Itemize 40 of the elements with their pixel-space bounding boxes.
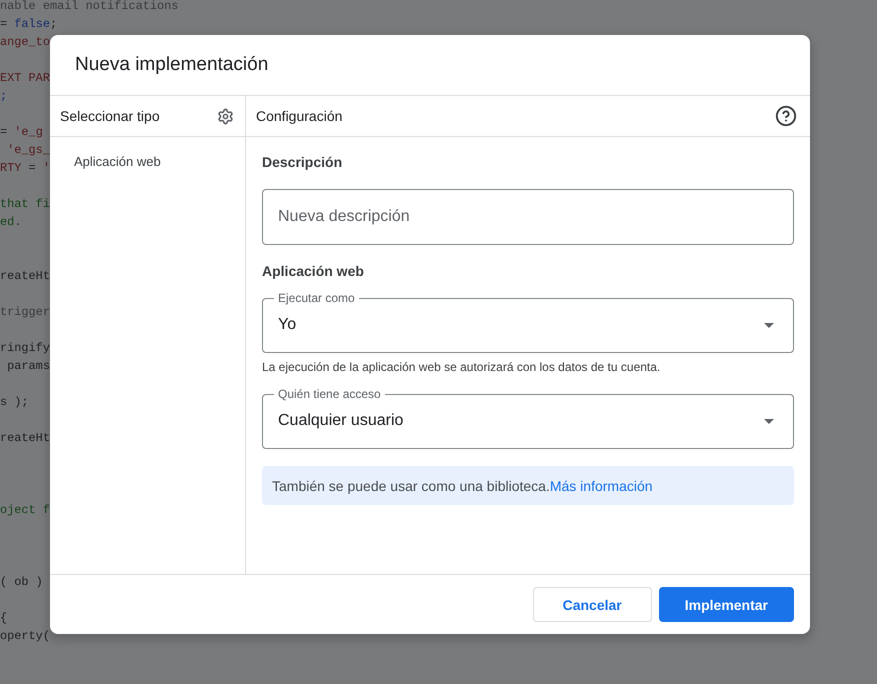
caret-icon <box>764 322 774 328</box>
info-text: También se puede usar como una biblioteca.Más información <box>272 476 653 496</box>
code-line: ringify <box>0 340 50 357</box>
code-line: oject f <box>0 502 50 519</box>
code-line: params <box>6 358 50 375</box>
section-label: Descripción <box>262 153 342 172</box>
code-line: 'e_gs_ <box>6 142 50 159</box>
code-line: ed. <box>0 214 22 231</box>
code-line: trigger <box>0 304 50 321</box>
code-line: reateHt <box>0 268 50 285</box>
pane-heading: Configuración <box>256 107 342 126</box>
code-line: ( ob ) <box>0 574 43 591</box>
code-line: that fi <box>0 196 50 213</box>
code-line: EXT PAR <box>0 70 50 87</box>
code-line: s ); <box>0 394 29 411</box>
caret-icon <box>764 418 774 424</box>
section-label: Aplicación web <box>262 262 364 281</box>
select-field[interactable]: Quién tiene acceso Cualquier usuario <box>262 386 794 449</box>
helper-text: La ejecución de la aplicación web se autorizará con los datos de tu cuenta. <box>262 359 660 375</box>
code-line: RTY = ' <box>0 160 50 177</box>
code-line: = 'e_g <box>0 124 43 141</box>
dialog-title: Nueva implementación <box>75 53 268 77</box>
settings-icon[interactable] <box>217 108 234 124</box>
more-info-link[interactable]: Más información <box>550 478 653 494</box>
description-input[interactable]: Nueva descripción <box>262 189 794 245</box>
help-icon[interactable] <box>775 105 797 127</box>
code-line: = false; <box>0 16 58 33</box>
code-line: reateHt <box>0 430 50 447</box>
code-line: { <box>0 610 8 627</box>
deploy-button[interactable]: Implementar <box>658 587 794 622</box>
field-label: Quién tiene acceso <box>277 386 382 402</box>
pane-heading: Seleccionar tipo <box>60 107 160 126</box>
code-line: operty( <box>0 628 50 645</box>
code-line: ; <box>0 88 8 105</box>
cancel-button[interactable]: Cancelar <box>532 587 652 622</box>
code-line: ange_to <box>0 34 50 51</box>
select-field[interactable]: Ejecutar como Yo <box>262 290 794 353</box>
code-line: nable email notifications <box>0 0 178 15</box>
field-label: Ejecutar como <box>277 290 356 306</box>
sidebar-item[interactable]: Aplicación web <box>70 152 165 172</box>
